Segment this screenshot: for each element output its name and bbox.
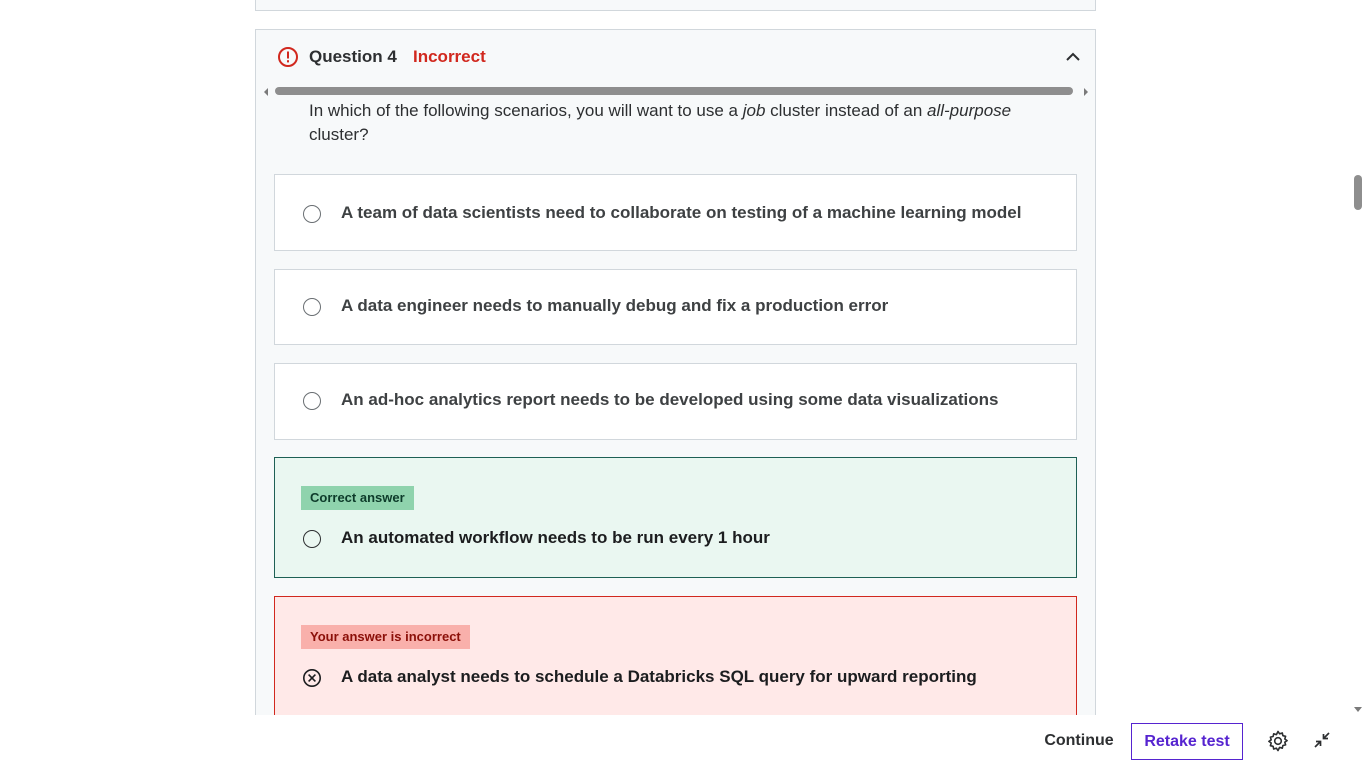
question-text: In which of the following scenarios, you… xyxy=(309,101,1012,144)
vertical-scrollbar[interactable] xyxy=(1350,0,1366,715)
question-status: Incorrect xyxy=(413,47,486,66)
radio-button[interactable] xyxy=(303,392,321,410)
correct-answer-badge: Correct answer xyxy=(301,486,414,510)
vertical-scroll-thumb[interactable] xyxy=(1354,175,1362,210)
radio-button[interactable] xyxy=(303,298,321,316)
question-card: Question 4 Incorrect In which of the fol… xyxy=(255,29,1096,715)
horizontal-scrollbar[interactable] xyxy=(261,85,1091,97)
chevron-up-icon[interactable] xyxy=(1062,48,1084,66)
answer-option-label: A team of data scientists need to collab… xyxy=(341,203,1022,222)
answer-option[interactable]: A data engineer needs to manually debug … xyxy=(274,269,1077,345)
question-header[interactable]: Question 4 Incorrect xyxy=(256,30,1095,84)
x-circle-icon xyxy=(302,668,322,688)
scroll-left-icon[interactable] xyxy=(261,85,271,97)
question-title: Question 4 xyxy=(309,47,397,66)
results-viewport: Question 4 Incorrect In which of the fol… xyxy=(0,0,1366,715)
scroll-down-icon[interactable] xyxy=(1353,701,1363,712)
answer-option-label: An ad-hoc analytics report needs to be d… xyxy=(341,390,999,409)
incorrect-answer-badge: Your answer is incorrect xyxy=(301,625,470,649)
collapse-arrows-icon[interactable] xyxy=(1312,730,1332,750)
scroll-right-icon[interactable] xyxy=(1081,85,1091,97)
user-answer-option[interactable]: Your answer is incorrect A data analyst … xyxy=(274,596,1077,715)
alert-circle-icon xyxy=(277,46,299,68)
horizontal-scroll-thumb[interactable] xyxy=(275,87,1073,95)
user-answer-label: A data analyst needs to schedule a Datab… xyxy=(341,667,977,686)
radio-button[interactable] xyxy=(303,530,321,548)
footer-bar: Continue Retake test xyxy=(0,715,1366,768)
gear-icon[interactable] xyxy=(1266,729,1290,753)
answer-option[interactable]: A team of data scientists need to collab… xyxy=(274,174,1077,251)
continue-button[interactable]: Continue xyxy=(1034,723,1124,759)
correct-answer-label: An automated workflow needs to be run ev… xyxy=(341,528,770,547)
answer-option[interactable]: An ad-hoc analytics report needs to be d… xyxy=(274,363,1077,440)
correct-answer-option[interactable]: Correct answer An automated workflow nee… xyxy=(274,457,1077,578)
retake-test-button[interactable]: Retake test xyxy=(1131,723,1243,760)
answer-option-label: A data engineer needs to manually debug … xyxy=(341,296,889,315)
previous-question-card xyxy=(255,0,1096,11)
radio-button[interactable] xyxy=(303,205,321,223)
